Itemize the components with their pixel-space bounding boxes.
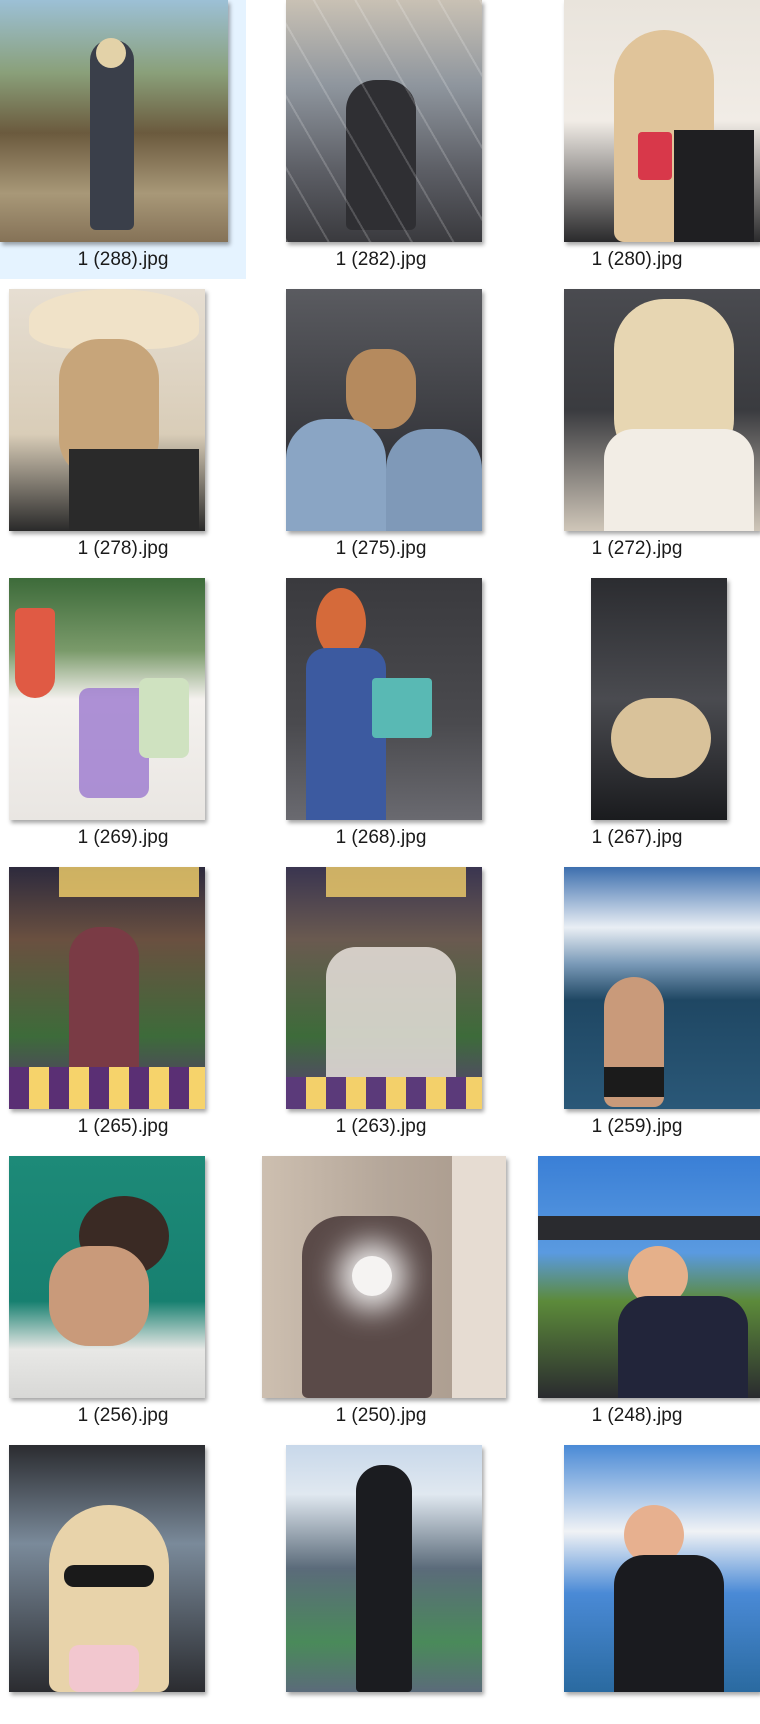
file-name[interactable]: 1 (268).jpg bbox=[258, 827, 504, 849]
thumbnail[interactable] bbox=[0, 578, 246, 820]
file-name[interactable]: 1 (275).jpg bbox=[258, 538, 504, 560]
thumbnail[interactable] bbox=[0, 289, 246, 531]
file-item[interactable]: 1 (267).jpg bbox=[514, 578, 760, 857]
thumbnail[interactable] bbox=[0, 867, 246, 1109]
file-name[interactable]: 1 (269).jpg bbox=[0, 827, 246, 849]
thumbnail[interactable] bbox=[0, 1156, 246, 1398]
thumbnail[interactable] bbox=[258, 1156, 506, 1398]
photo-carnival-group-icon bbox=[286, 867, 482, 1109]
photo-jeep-sunglasses-icon bbox=[538, 1156, 760, 1398]
thumbnail[interactable] bbox=[514, 1445, 760, 1692]
file-item[interactable]: 1 (282).jpg bbox=[258, 0, 504, 279]
file-item[interactable]: 1 (275).jpg bbox=[258, 289, 504, 568]
file-name[interactable]: 1 (288).jpg bbox=[0, 249, 246, 271]
thumbnail[interactable] bbox=[0, 0, 246, 242]
photo-mirror-flash-icon bbox=[262, 1156, 506, 1398]
photo-window-reflection-icon bbox=[286, 0, 482, 242]
photo-drinks-table-icon bbox=[9, 578, 205, 820]
file-item[interactable]: 1 (250).jpg bbox=[258, 1156, 506, 1435]
photo-car-seat-icon bbox=[591, 578, 727, 820]
photo-dog-car-icon bbox=[286, 289, 482, 531]
photo-party-selfie-icon bbox=[564, 0, 760, 242]
photo-car-sunglasses-icon bbox=[9, 1445, 205, 1692]
photo-green-water-icon bbox=[9, 1156, 205, 1398]
file-name[interactable]: 1 (248).jpg bbox=[514, 1405, 760, 1427]
file-item[interactable]: 1 (272).jpg bbox=[514, 289, 760, 568]
thumbnail[interactable] bbox=[258, 578, 504, 820]
file-item[interactable]: 1 (288).jpg bbox=[0, 0, 246, 279]
file-item[interactable] bbox=[258, 1445, 504, 1724]
photo-lake-boat-icon bbox=[564, 867, 760, 1109]
file-name[interactable]: 1 (259).jpg bbox=[514, 1116, 760, 1138]
thumbnail[interactable] bbox=[258, 0, 504, 242]
thumbnail[interactable] bbox=[0, 1445, 246, 1692]
file-item[interactable]: 1 (263).jpg bbox=[258, 867, 504, 1146]
photo-car-selfie-icon bbox=[564, 289, 760, 531]
file-item[interactable]: 1 (280).jpg bbox=[514, 0, 760, 279]
file-name[interactable]: 1 (282).jpg bbox=[258, 249, 504, 271]
photo-court-silhouette-icon bbox=[286, 1445, 482, 1692]
thumbnail[interactable] bbox=[514, 578, 760, 820]
file-item[interactable]: 1 (265).jpg bbox=[0, 867, 246, 1146]
thumbnail[interactable] bbox=[258, 867, 504, 1109]
thumbnail[interactable] bbox=[514, 289, 760, 531]
file-name[interactable]: 1 (267).jpg bbox=[514, 827, 760, 849]
thumbnail[interactable] bbox=[514, 1156, 760, 1398]
file-item[interactable]: 1 (268).jpg bbox=[258, 578, 504, 857]
thumbnail[interactable] bbox=[258, 289, 504, 531]
thumbnail[interactable] bbox=[514, 867, 760, 1109]
file-name[interactable]: 1 (278).jpg bbox=[0, 538, 246, 560]
file-item[interactable]: 1 (248).jpg bbox=[514, 1156, 760, 1435]
thumbnail[interactable] bbox=[258, 1445, 504, 1692]
thumbnail[interactable] bbox=[514, 0, 760, 242]
photo-cowboy-hat-icon bbox=[9, 289, 205, 531]
file-item[interactable]: 1 (256).jpg bbox=[0, 1156, 246, 1435]
file-name[interactable]: 1 (263).jpg bbox=[258, 1116, 504, 1138]
file-item[interactable] bbox=[0, 1445, 246, 1724]
file-item[interactable] bbox=[514, 1445, 760, 1724]
photo-boat-man-icon bbox=[564, 1445, 760, 1692]
file-name[interactable]: 1 (250).jpg bbox=[258, 1405, 504, 1427]
file-item[interactable]: 1 (259).jpg bbox=[514, 867, 760, 1146]
file-item[interactable]: 1 (269).jpg bbox=[0, 578, 246, 857]
file-name[interactable]: 1 (272).jpg bbox=[514, 538, 760, 560]
file-name[interactable]: 1 (280).jpg bbox=[514, 249, 760, 271]
file-name[interactable]: 1 (265).jpg bbox=[0, 1116, 246, 1138]
photo-river-woman-icon bbox=[0, 0, 228, 242]
file-name[interactable]: 1 (256).jpg bbox=[0, 1405, 246, 1427]
file-grid: 1 (288).jpg 1 (282).jpg 1 (280).jpg 1 (2… bbox=[0, 0, 760, 1692]
file-item[interactable]: 1 (278).jpg bbox=[0, 289, 246, 568]
photo-carnival-walk-icon bbox=[9, 867, 205, 1109]
photo-shopping-bags-icon bbox=[286, 578, 482, 820]
